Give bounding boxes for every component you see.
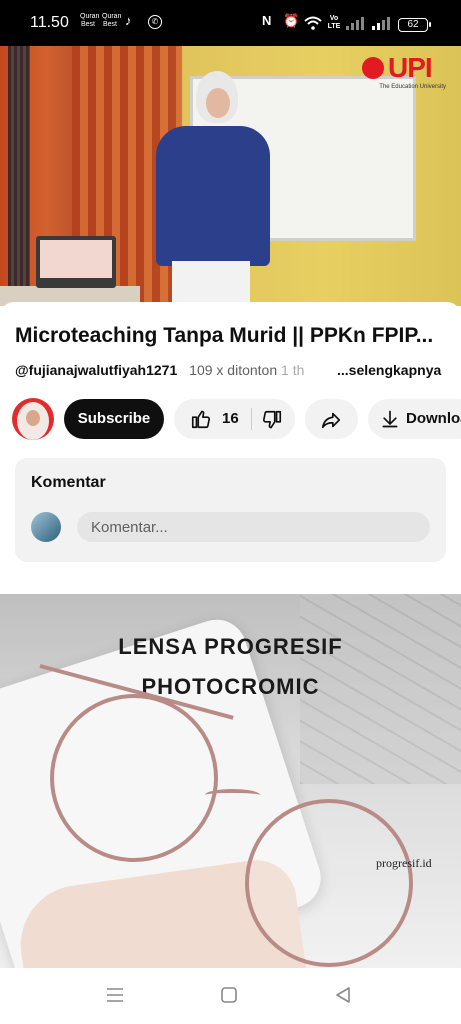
back-icon[interactable]	[334, 986, 352, 1004]
ad-glasses-bridge	[205, 789, 260, 801]
volte-icon: Vo LTE	[327, 15, 341, 30]
home-icon[interactable]	[220, 986, 238, 1004]
download-button[interactable]: Download	[368, 399, 461, 439]
user-avatar	[31, 512, 61, 542]
like-count: 16	[222, 410, 239, 427]
ad-glasses-lens-right	[245, 799, 413, 967]
status-bar: 11.50 Quran Best Quran Best ♪ ✆ N ⏰ Vo L…	[0, 0, 461, 46]
battery-icon: 62	[398, 18, 431, 32]
share-icon	[321, 412, 341, 429]
channel-avatar[interactable]	[12, 398, 54, 440]
video-scene-presenter-face	[206, 88, 230, 118]
ad-glasses-lens-left	[50, 694, 218, 862]
like-icon[interactable]	[190, 408, 212, 430]
like-divider	[251, 408, 252, 430]
view-count: 109 x ditonton	[189, 362, 278, 378]
comment-input[interactable]	[77, 512, 430, 542]
ad-headline: LENSA PROGRESIF	[118, 634, 343, 659]
brand-logo: UPI The Education University	[362, 52, 446, 92]
menu-icon[interactable]	[105, 986, 125, 1004]
upload-age: 1 th	[281, 362, 305, 378]
subscribe-button[interactable]: Subscribe	[64, 399, 164, 439]
like-dislike-group: 16	[174, 399, 295, 439]
ad-subheadline: PHOTOCROMIC	[141, 674, 320, 699]
video-title[interactable]: Microteaching Tanpa Murid || PPKn FPIP..…	[15, 324, 455, 348]
video-scene-presenter-legs	[172, 261, 250, 306]
video-player[interactable]: UPI The Education University	[0, 46, 461, 306]
video-meta[interactable]: @fujianajwalutfiyah1271 109 x ditonton 1…	[15, 362, 442, 378]
comments-header: Komentar	[31, 474, 106, 491]
status-time: 11.50	[30, 14, 69, 31]
video-scene-presenter	[156, 126, 270, 266]
alarm-icon: ⏰	[283, 13, 300, 28]
dislike-icon[interactable]	[261, 409, 283, 431]
tiktok-icon: ♪	[125, 13, 132, 28]
comments-panel[interactable]: Komentar	[15, 458, 446, 562]
brand-emblem-icon	[362, 57, 384, 79]
video-scene-laptop	[36, 236, 116, 288]
show-more-link[interactable]: ...selengkapnya	[335, 362, 442, 378]
share-button[interactable]	[305, 399, 358, 439]
signal-icon	[346, 17, 364, 30]
channel-handle[interactable]: @fujianajwalutfiyah1271	[15, 362, 177, 378]
brand-logo-text: UPI	[388, 52, 433, 83]
signal-icon-2	[372, 17, 390, 30]
wifi-icon	[304, 16, 322, 30]
video-scene-curtain	[8, 46, 30, 306]
ad-banner[interactable]: LENSA PROGRESIF PHOTOCROMIC progresif.id	[0, 594, 461, 968]
whatsapp-icon: ✆	[148, 15, 162, 29]
brand-tagline: The Education University	[379, 84, 446, 90]
quran-best-notif-icon-2: Quran Best	[102, 13, 122, 28]
download-label: Download	[406, 410, 461, 427]
quran-best-notif-icon: Quran Best	[80, 13, 100, 28]
ad-watermark: progresif.id	[376, 856, 432, 870]
download-icon	[382, 410, 398, 428]
system-nav-bar	[0, 968, 461, 1024]
nfc-icon: N	[262, 13, 272, 28]
